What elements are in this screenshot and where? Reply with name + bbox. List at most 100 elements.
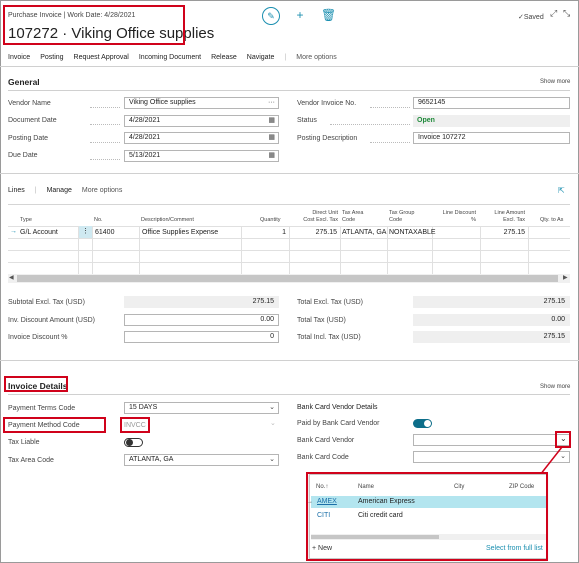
document-date-field[interactable]: 4/28/2021 ▦ [124,115,279,127]
chevron-down-icon: ⌄ [269,404,275,411]
bank-card-heading: Bank Card Vendor Details [297,404,378,411]
menu-request-approval[interactable]: Request Approval [74,54,129,61]
col-tax-group[interactable]: Tax Group Code [389,210,414,224]
posting-date-field[interactable]: 4/28/2021 ▦ [124,132,279,144]
dot-leader [90,142,120,143]
col-line-amount-line2: Excl. Tax [503,217,525,223]
saved-indicator: ✓Saved [518,14,544,21]
payment-terms-select[interactable]: 15 DAYS ⌄ [124,402,279,414]
col-unit-cost[interactable]: Direct Unit Cost Excl. Tax [294,210,338,224]
vendor-name-label: Vendor Name [8,100,51,107]
total-incl-label: Total Incl. Tax (USD) [297,334,361,341]
inv-discount-field[interactable]: 0.00 [124,314,279,326]
tab-lines[interactable]: Lines [8,187,25,194]
open-in-new-icon[interactable]: ⇱ [558,186,565,195]
new-button[interactable]: + [293,8,307,22]
cell-line-amount[interactable]: 275.15 [483,229,525,236]
vendor-invoice-no-label: Vendor Invoice No. [297,100,357,107]
tax-area-code-label: Tax Area Code [8,457,54,464]
subtotal-value: 275.15 [124,296,279,308]
cell-tax-group[interactable]: NONTAXABLE [389,229,436,236]
tab-more-options[interactable]: More options [82,187,122,194]
tab-manage[interactable]: Manage [47,187,72,194]
calendar-icon[interactable]: ▦ [268,133,275,143]
grid-line [480,226,481,274]
expand-icon[interactable]: ⤢ [550,8,557,19]
divider [8,394,570,395]
cell-type[interactable]: G/L Account [20,229,58,236]
col-line-amount[interactable]: Line Amount Excl. Tax [482,210,525,224]
col-line-discount[interactable]: Line Discount % [434,210,476,224]
divider [0,173,579,174]
chevron-down-icon[interactable]: ⌄ [560,434,567,443]
tax-liable-label: Tax Liable [8,439,40,446]
divider [0,360,579,361]
paid-by-bank-card-toggle[interactable] [413,419,432,428]
total-tax-value: 0.00 [413,314,570,326]
invoice-discount-pct-field[interactable]: 0 [124,331,279,343]
dot-leader [370,107,410,108]
menu-invoice[interactable]: Invoice [8,54,30,61]
grid-line [387,226,388,274]
cell-quantity[interactable]: 1 [244,229,286,236]
cell-no[interactable]: 61400 [95,229,114,236]
chevron-down-icon: ⌄ [269,456,275,463]
trash-icon: 🗑 [321,8,337,22]
scroll-right-icon[interactable]: ▶ [563,274,568,281]
calendar-icon[interactable]: ▦ [268,151,275,161]
dot-leader [90,124,120,125]
menu-posting[interactable]: Posting [40,54,63,61]
menu-more-options[interactable]: More options [296,54,336,61]
scroll-left-icon[interactable]: ◀ [9,274,14,281]
cell-tax-area[interactable]: ATLANTA, GA [342,229,386,236]
col-tax-group-line1: Tax Group [389,210,415,216]
col-description[interactable]: Description/Comment [141,217,194,224]
payment-terms-label: Payment Terms Code [8,405,76,412]
tax-area-code-select[interactable]: ATLANTA, GA ⌄ [124,454,279,466]
cell-description[interactable]: Office Supplies Expense [142,229,218,236]
grid-line [92,226,93,274]
vendor-name-field[interactable]: Viking Office supplies ··· [124,97,279,109]
delete-button[interactable]: 🗑 [321,8,337,22]
row-selected-arrow-icon: → [10,228,17,235]
calendar-icon[interactable]: ▦ [268,116,275,126]
total-excl-label: Total Excl. Tax (USD) [297,299,363,306]
toggle-knob [126,439,133,446]
col-tax-area[interactable]: Tax Area Code [342,210,363,224]
cell-unit-cost[interactable]: 275.15 [292,229,337,236]
posting-date-value: 4/28/2021 [129,134,161,141]
vendor-invoice-no-field[interactable]: 9652145 [413,97,570,109]
col-no[interactable]: No. [94,217,103,224]
menu-navigate[interactable]: Navigate [247,54,275,61]
row-actions-button[interactable]: ⋮ [79,226,92,238]
highlight-lookup-panel [306,472,548,561]
menu-incoming-document[interactable]: Incoming Document [139,54,201,61]
col-qty-to-assign[interactable]: Qty. to As [540,217,563,224]
grid-line [289,226,290,274]
due-date-field[interactable]: 5/13/2021 ▦ [124,150,279,162]
col-quantity[interactable]: Quantity [260,217,280,224]
col-line-discount-line1: Line Discount [442,210,476,216]
action-menu: Invoice Posting Request Approval Incomin… [8,54,337,61]
lines-horizontal-scrollbar[interactable]: ◀ ▶ [8,274,570,283]
invoice-details-show-more[interactable]: Show more [540,384,570,390]
plus-icon: + [296,8,304,22]
posting-description-field[interactable]: Invoice 107272 [413,132,570,144]
general-show-more[interactable]: Show more [540,79,570,85]
general-section-title[interactable]: General [8,77,40,87]
tax-liable-toggle[interactable] [124,438,143,447]
collapse-icon[interactable]: ⤡ [563,8,570,19]
col-line-amount-line1: Line Amount [494,210,525,216]
lines-separator: | [34,187,37,194]
col-line-discount-line2: % [471,217,476,223]
ellipsis-icon[interactable]: ··· [268,98,275,108]
menu-release[interactable]: Release [211,54,237,61]
highlight-invoice-details [4,376,68,392]
col-type[interactable]: Type [20,217,32,224]
col-tax-group-line2: Code [389,217,403,223]
chevron-down-icon: ⌄ [270,420,276,427]
col-tax-area-line2: Code [342,217,356,223]
edit-button[interactable]: ✎ [262,7,280,25]
invoice-discount-pct-label: Invoice Discount % [8,334,68,341]
scroll-thumb[interactable] [17,275,558,282]
